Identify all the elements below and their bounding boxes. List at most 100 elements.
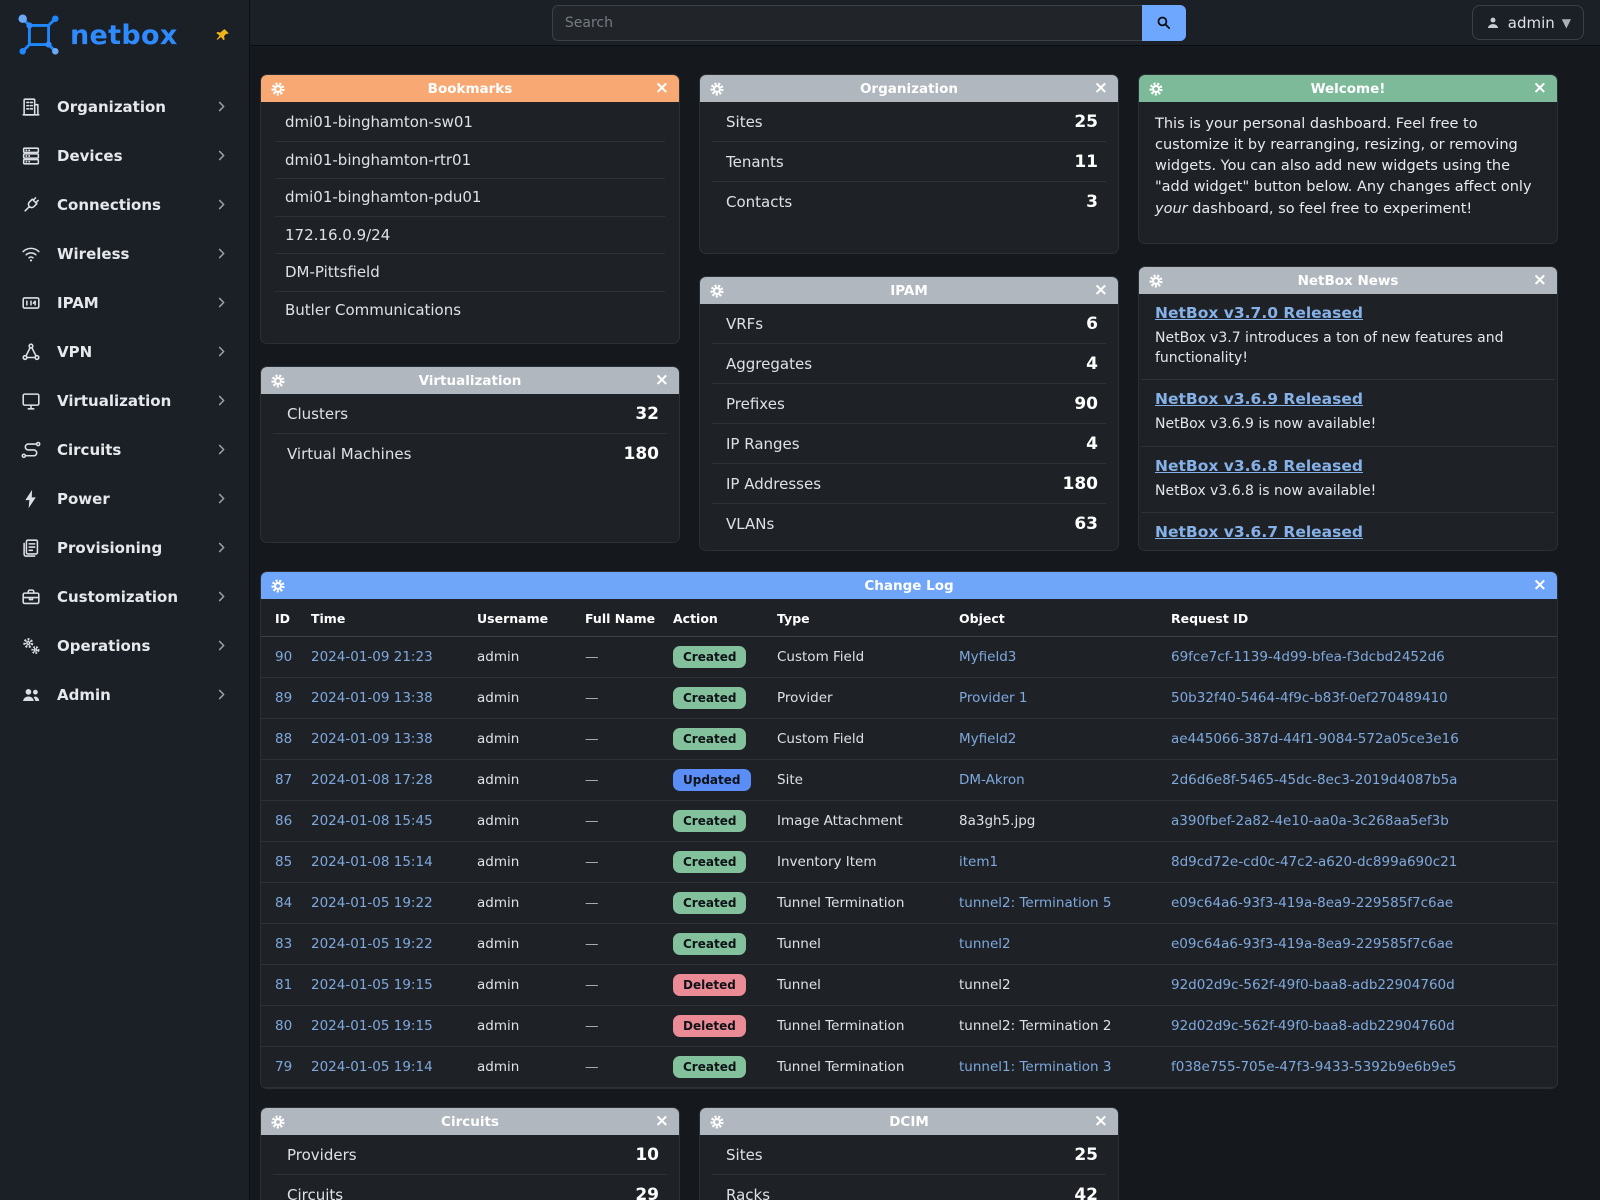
- gear-icon[interactable]: [1149, 274, 1164, 288]
- brand[interactable]: netbox: [0, 0, 249, 82]
- change-time-link[interactable]: 2024-01-09 13:38: [311, 690, 433, 706]
- change-id-link[interactable]: 79: [275, 1059, 292, 1075]
- gear-icon[interactable]: [710, 284, 725, 298]
- sidebar-item-operations[interactable]: Operations: [0, 621, 249, 670]
- change-id-link[interactable]: 81: [275, 977, 292, 993]
- news-link[interactable]: NetBox v3.6.8 Released: [1155, 457, 1363, 475]
- sidebar-item-power[interactable]: Power: [0, 474, 249, 523]
- stat-row[interactable]: Prefixes90: [712, 384, 1106, 424]
- sidebar-item-organization[interactable]: Organization: [0, 82, 249, 131]
- pin-sidebar-icon[interactable]: [214, 27, 231, 44]
- stat-row[interactable]: Circuits29: [273, 1175, 667, 1200]
- change-id-link[interactable]: 84: [275, 895, 292, 911]
- change-time-link[interactable]: 2024-01-08 15:45: [311, 813, 433, 829]
- sidebar-item-circuits[interactable]: Circuits: [0, 425, 249, 474]
- news-link[interactable]: NetBox v3.7.0 Released: [1155, 304, 1363, 322]
- close-icon[interactable]: ×: [1532, 272, 1547, 289]
- change-time-link[interactable]: 2024-01-05 19:22: [311, 895, 433, 911]
- change-id-link[interactable]: 86: [275, 813, 292, 829]
- request-id-link[interactable]: 2d6d6e8f-5465-45dc-8ec3-2019d4087b5a: [1171, 772, 1457, 788]
- change-id-link[interactable]: 80: [275, 1018, 292, 1034]
- gear-icon[interactable]: [271, 374, 286, 388]
- object-link[interactable]: Provider 1: [959, 690, 1027, 706]
- change-time-link[interactable]: 2024-01-05 19:15: [311, 1018, 433, 1034]
- gear-icon[interactable]: [271, 579, 286, 593]
- stat-row[interactable]: Racks42: [712, 1175, 1106, 1200]
- object-link[interactable]: Myfield2: [959, 731, 1016, 747]
- news-link[interactable]: NetBox v3.6.9 Released: [1155, 390, 1363, 408]
- stat-row[interactable]: Contacts3: [712, 182, 1106, 222]
- stat-row[interactable]: Providers10: [273, 1135, 667, 1175]
- change-id-link[interactable]: 83: [275, 936, 292, 952]
- sidebar-item-wireless[interactable]: Wireless: [0, 229, 249, 278]
- bookmark-item[interactable]: 172.16.0.9/24: [275, 217, 665, 255]
- bookmark-item[interactable]: dmi01-binghamton-rtr01: [275, 142, 665, 180]
- close-icon[interactable]: ×: [1093, 1113, 1108, 1130]
- close-icon[interactable]: ×: [1532, 577, 1547, 594]
- sidebar-item-provisioning[interactable]: Provisioning: [0, 523, 249, 572]
- stat-row[interactable]: Aggregates4: [712, 344, 1106, 384]
- stat-row[interactable]: Virtual Machines180: [273, 434, 667, 474]
- close-icon[interactable]: ×: [1093, 282, 1108, 299]
- change-time-link[interactable]: 2024-01-09 21:23: [311, 649, 433, 665]
- gear-icon[interactable]: [710, 1115, 725, 1129]
- change-time-link[interactable]: 2024-01-08 15:14: [311, 854, 433, 870]
- change-time-link[interactable]: 2024-01-09 13:38: [311, 731, 433, 747]
- gear-icon[interactable]: [271, 82, 286, 96]
- request-id-link[interactable]: 8d9cd72e-cd0c-47c2-a620-dc899a690c21: [1171, 854, 1457, 870]
- change-time-link[interactable]: 2024-01-05 19:22: [311, 936, 433, 952]
- stat-row[interactable]: IP Ranges4: [712, 424, 1106, 464]
- object-link[interactable]: tunnel2: [959, 936, 1011, 952]
- news-link[interactable]: NetBox v3.6.7 Released: [1155, 523, 1363, 541]
- change-time-link[interactable]: 2024-01-08 17:28: [311, 772, 433, 788]
- bookmark-item[interactable]: dmi01-binghamton-pdu01: [275, 179, 665, 217]
- change-id-link[interactable]: 87: [275, 772, 292, 788]
- request-id-link[interactable]: ae445066-387d-44f1-9084-572a05ce3e16: [1171, 731, 1459, 747]
- request-id-link[interactable]: 50b32f40-5464-4f9c-b83f-0ef270489410: [1171, 690, 1448, 706]
- stat-row[interactable]: Clusters32: [273, 394, 667, 434]
- sidebar-item-devices[interactable]: Devices: [0, 131, 249, 180]
- close-icon[interactable]: ×: [654, 80, 669, 97]
- object-link[interactable]: DM-Akron: [959, 772, 1025, 788]
- close-icon[interactable]: ×: [654, 1113, 669, 1130]
- request-id-link[interactable]: 92d02d9c-562f-49f0-baa8-adb22904760d: [1171, 1018, 1455, 1034]
- request-id-link[interactable]: e09c64a6-93f3-419a-8ea9-229585f7c6ae: [1171, 936, 1453, 952]
- sidebar-item-customization[interactable]: Customization: [0, 572, 249, 621]
- request-id-link[interactable]: e09c64a6-93f3-419a-8ea9-229585f7c6ae: [1171, 895, 1453, 911]
- stat-row[interactable]: VLANs63: [712, 504, 1106, 544]
- change-id-link[interactable]: 88: [275, 731, 292, 747]
- sidebar-item-connections[interactable]: Connections: [0, 180, 249, 229]
- close-icon[interactable]: ×: [654, 372, 669, 389]
- change-time-link[interactable]: 2024-01-05 19:15: [311, 977, 433, 993]
- object-link[interactable]: tunnel2: Termination 5: [959, 895, 1112, 911]
- user-menu[interactable]: admin ▼: [1472, 5, 1584, 40]
- gear-icon[interactable]: [1149, 82, 1164, 96]
- close-icon[interactable]: ×: [1093, 80, 1108, 97]
- change-time-link[interactable]: 2024-01-05 19:14: [311, 1059, 433, 1075]
- request-id-link[interactable]: a390fbef-2a82-4e10-aa0a-3c268aa5ef3b: [1171, 813, 1449, 829]
- change-id-link[interactable]: 85: [275, 854, 292, 870]
- stat-row[interactable]: Sites25: [712, 1135, 1106, 1175]
- change-id-link[interactable]: 89: [275, 690, 292, 706]
- search-button[interactable]: [1142, 5, 1186, 41]
- request-id-link[interactable]: f038e755-705e-47f3-9433-5392b9e6b9e5: [1171, 1059, 1457, 1075]
- gear-icon[interactable]: [271, 1115, 286, 1129]
- object-link[interactable]: Myfield3: [959, 649, 1016, 665]
- bookmark-item[interactable]: DM-Pittsfield: [275, 254, 665, 292]
- stat-row[interactable]: Sites25: [712, 102, 1106, 142]
- change-id-link[interactable]: 90: [275, 649, 292, 665]
- search-input[interactable]: [552, 5, 1142, 41]
- object-link[interactable]: tunnel1: Termination 3: [959, 1059, 1112, 1075]
- stat-row[interactable]: VRFs6: [712, 304, 1106, 344]
- close-icon[interactable]: ×: [1532, 80, 1547, 97]
- sidebar-item-admin[interactable]: Admin: [0, 670, 249, 719]
- object-link[interactable]: item1: [959, 854, 998, 870]
- bookmark-item[interactable]: dmi01-binghamton-sw01: [275, 104, 665, 142]
- request-id-link[interactable]: 92d02d9c-562f-49f0-baa8-adb22904760d: [1171, 977, 1455, 993]
- sidebar-item-vpn[interactable]: VPN: [0, 327, 249, 376]
- sidebar-item-virtualization[interactable]: Virtualization: [0, 376, 249, 425]
- stat-row[interactable]: IP Addresses180: [712, 464, 1106, 504]
- bookmark-item[interactable]: Butler Communications: [275, 292, 665, 330]
- stat-row[interactable]: Tenants11: [712, 142, 1106, 182]
- gear-icon[interactable]: [710, 82, 725, 96]
